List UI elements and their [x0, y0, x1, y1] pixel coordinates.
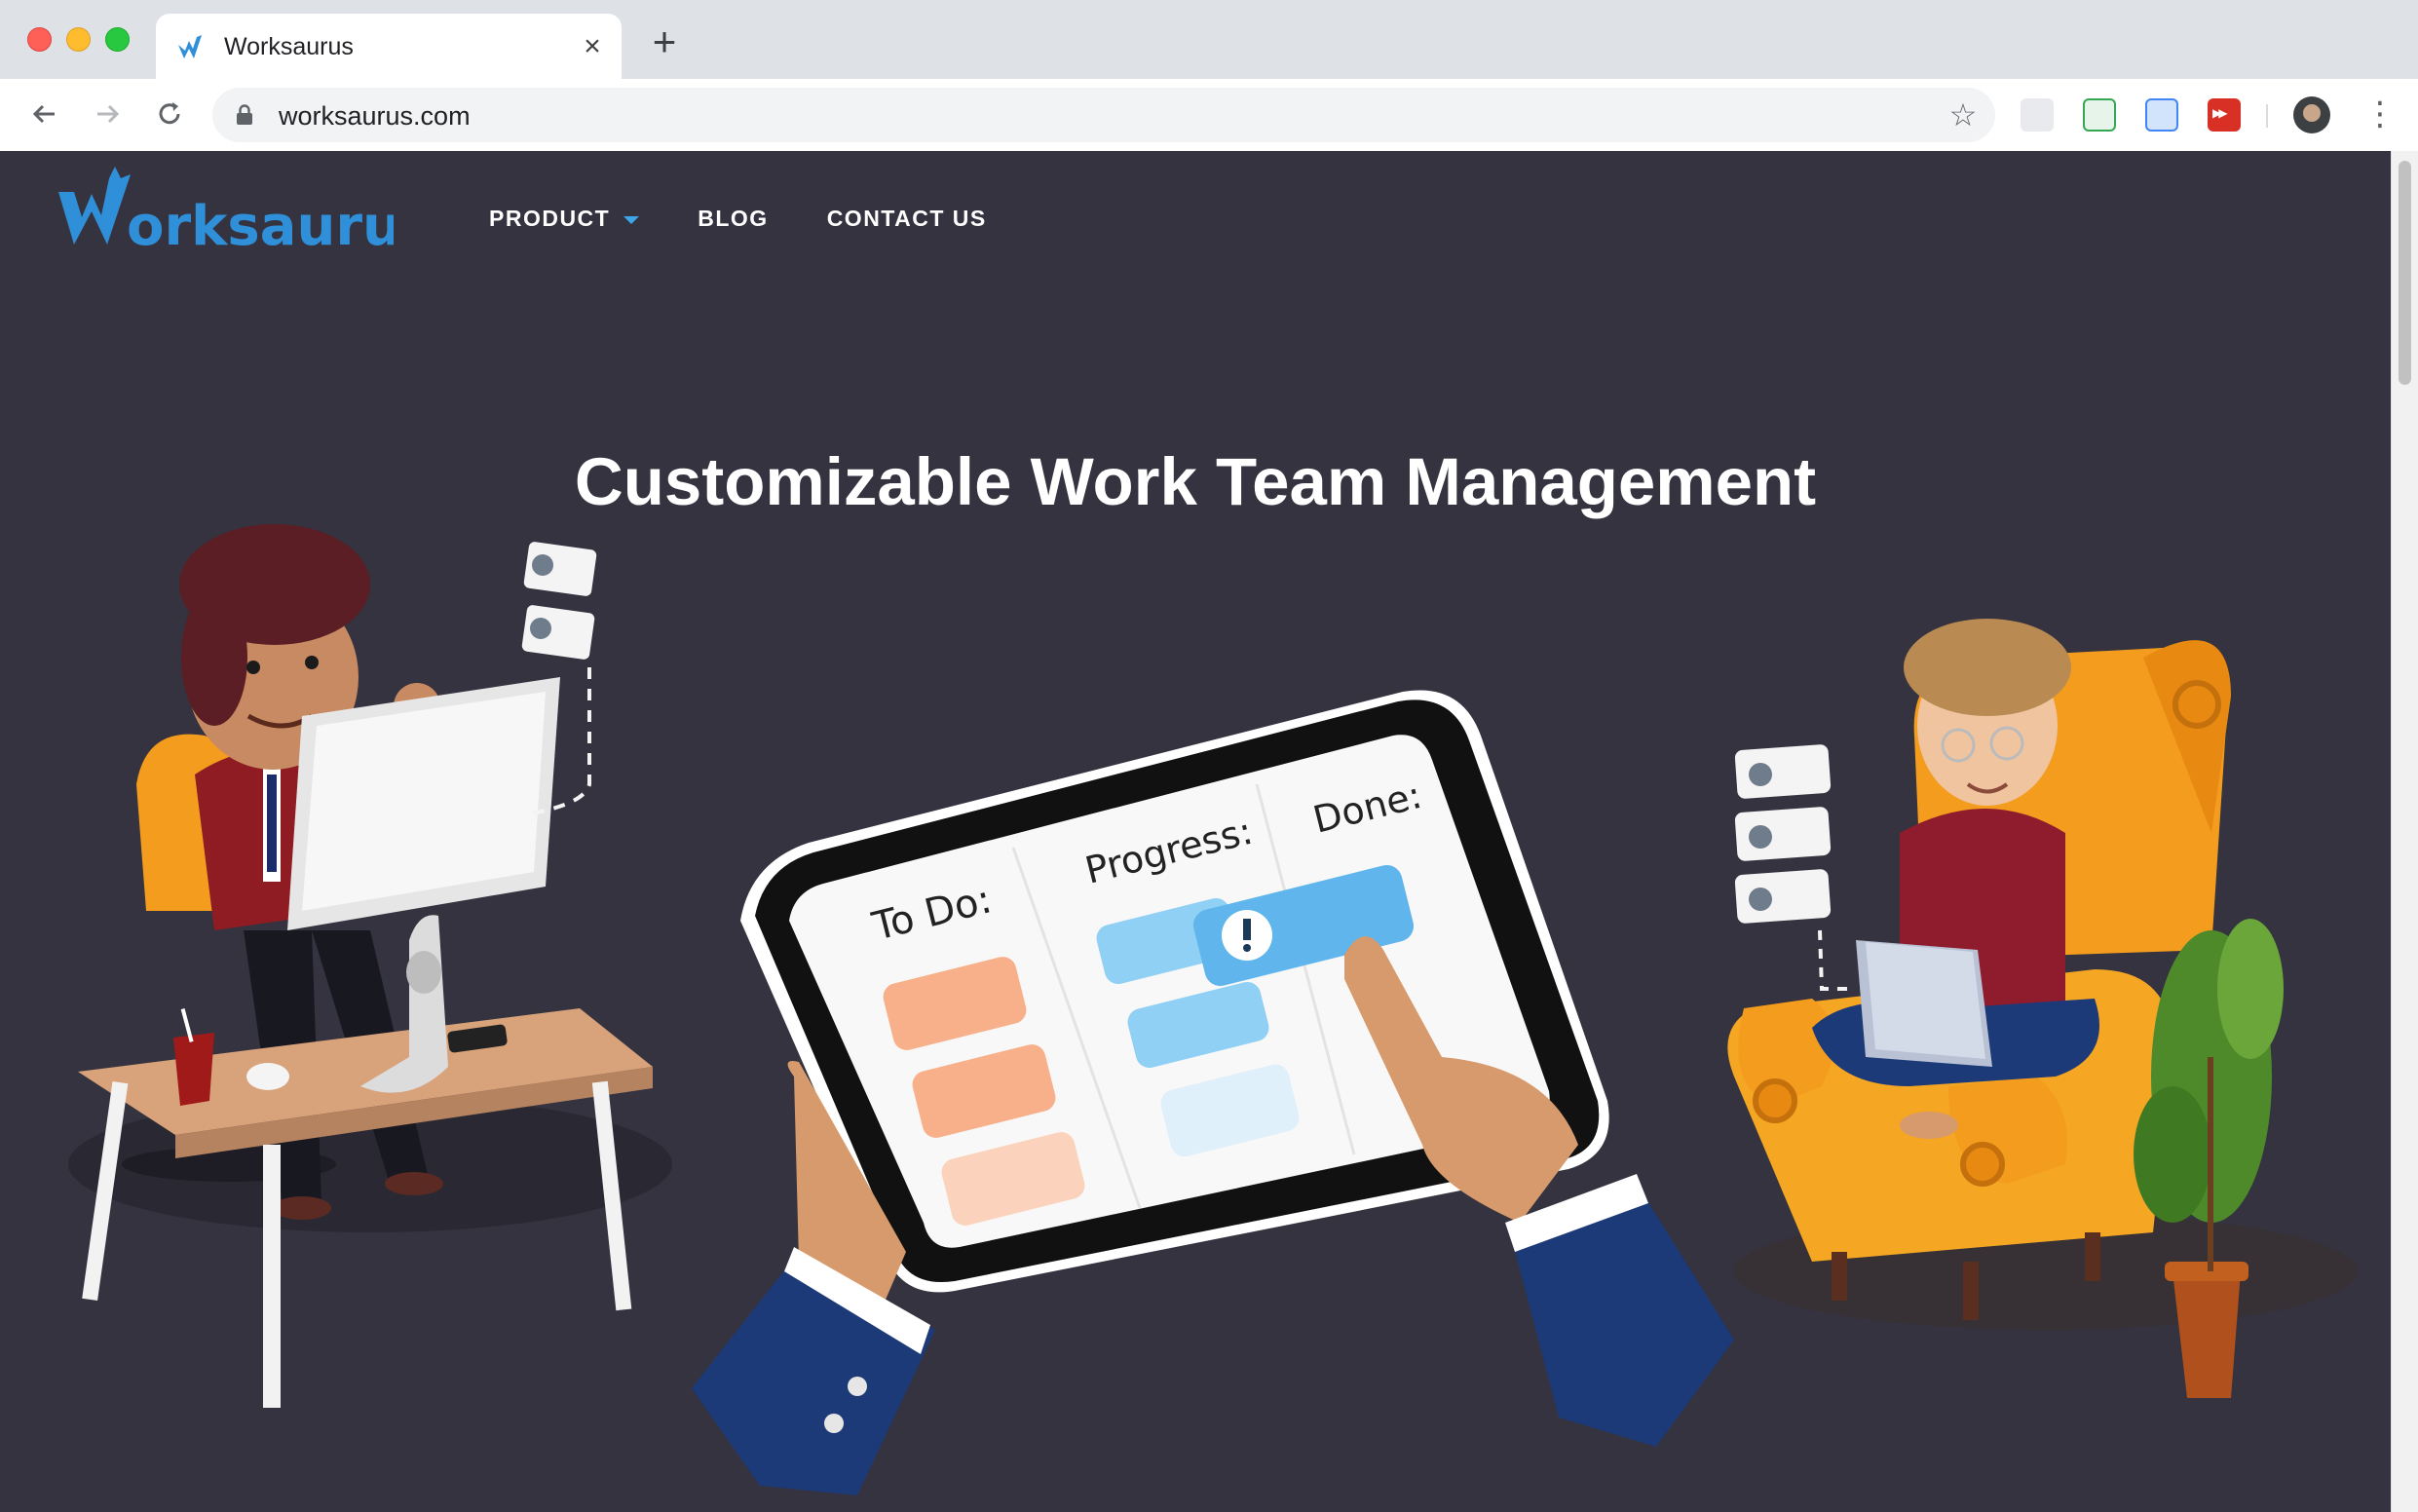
new-tab-button[interactable]: + [647, 21, 682, 62]
nav-product-label: PRODUCT [489, 206, 611, 231]
browser-toolbar: worksaurus.com ☆ ⋮ [0, 79, 2418, 152]
browser-tab[interactable]: Worksaurus × [156, 14, 622, 79]
extension-icon[interactable] [2021, 98, 2054, 132]
chevron-down-icon [623, 216, 640, 224]
browser-menu-icon[interactable]: ⋮ [2363, 96, 2397, 135]
browser-tab-strip: Worksaurus × + [0, 0, 2418, 79]
tablet-illustration: To Do: Progress: Done: [692, 690, 1734, 1495]
site-navigation: PRODUCT BLOG CONTACT US [489, 206, 1045, 232]
close-tab-icon[interactable]: × [577, 31, 608, 62]
tab-title: Worksaurus [224, 33, 354, 60]
close-window-button[interactable] [27, 27, 52, 52]
profile-avatar[interactable] [2293, 96, 2330, 133]
url-text[interactable]: worksaurus.com [279, 101, 471, 132]
desk-worker-illustration [68, 524, 672, 1408]
lock-icon [237, 104, 252, 125]
worksaurus-favicon-icon [178, 35, 202, 58]
worksaurus-logo[interactable]: orksaurus [53, 157, 394, 254]
page-viewport: To Do: Progress: Done: orksauru PRODUCT … [0, 151, 2391, 1512]
hero-illustration: To Do: Progress: Done: [68, 524, 2358, 1495]
maximize-window-button[interactable] [105, 27, 130, 52]
nav-contact-us[interactable]: CONTACT US [827, 206, 987, 232]
nav-product[interactable]: PRODUCT [489, 206, 640, 232]
media-extension-icon[interactable] [2208, 98, 2241, 132]
armchair-worker-illustration [1727, 619, 2358, 1398]
screenshot-extension-icon[interactable] [2145, 98, 2178, 132]
address-bar[interactable]: worksaurus.com ☆ [212, 88, 1995, 142]
bookmark-star-icon[interactable]: ☆ [1946, 98, 1980, 132]
forward-arrow-icon[interactable] [88, 94, 127, 133]
reload-icon[interactable] [150, 94, 189, 133]
sheets-extension-icon[interactable] [2083, 98, 2116, 132]
scrollbar-thumb[interactable] [2399, 161, 2411, 385]
nav-blog[interactable]: BLOG [698, 206, 768, 232]
back-arrow-icon[interactable] [25, 94, 64, 133]
toolbar-divider [2266, 104, 2268, 128]
page-scrollbar[interactable] [2391, 151, 2418, 1512]
minimize-window-button[interactable] [66, 27, 91, 52]
svg-text:orksaurus: orksaurus [127, 195, 394, 254]
hero-headline: Customizable Work Team Management [574, 444, 1817, 519]
